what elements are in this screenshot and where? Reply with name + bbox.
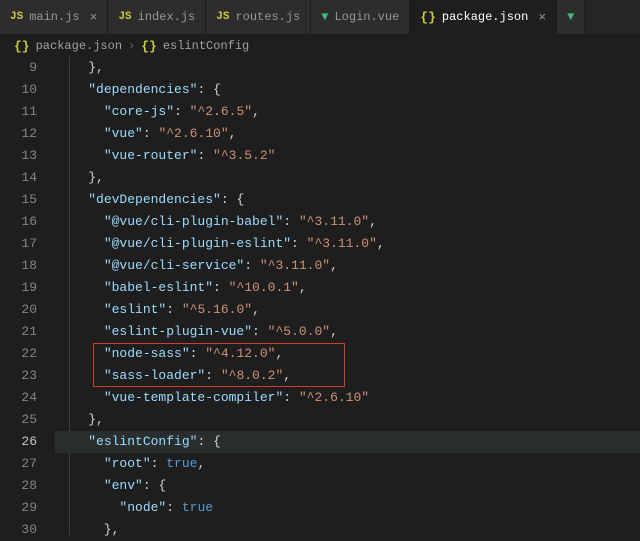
line-number: 22 [0,343,37,365]
line-number: 27 [0,453,37,475]
code-line[interactable]: "devDependencies": { [55,189,640,211]
line-number: 30 [0,519,37,541]
line-number: 21 [0,321,37,343]
line-number: 28 [0,475,37,497]
line-number: 11 [0,101,37,123]
code-line[interactable]: }, [55,409,640,431]
code-line[interactable]: "node": true [55,497,640,519]
tab-login-vue[interactable]: ▼ Login.vue [311,0,410,34]
code-line[interactable]: "babel-eslint": "^10.0.1", [55,277,640,299]
line-number: 14 [0,167,37,189]
tab-extra-vue[interactable]: ▼ [557,0,585,34]
code-line[interactable]: "eslint": "^5.16.0", [55,299,640,321]
chevron-right-icon: › [128,39,135,53]
line-number: 9 [0,57,37,79]
tab-label: package.json [442,10,528,24]
line-number: 20 [0,299,37,321]
tab-label: Login.vue [334,10,399,24]
vue-icon: ▼ [321,10,328,24]
line-number: 29 [0,497,37,519]
tab-main-js[interactable]: JS main.js × [0,0,108,34]
line-number: 24 [0,387,37,409]
js-icon: JS [10,11,23,23]
line-number: 19 [0,277,37,299]
code-line[interactable]: "eslintConfig": { [55,431,640,453]
breadcrumbs[interactable]: {} package.json › {} eslintConfig [0,35,640,57]
line-number: 15 [0,189,37,211]
code-line[interactable]: }, [55,167,640,189]
line-number-gutter: 9101112131415161718192021222324252627282… [0,57,55,535]
line-number: 26 [0,431,37,453]
json-icon: {} [420,10,436,25]
breadcrumb-file: package.json [36,39,122,53]
code-line[interactable]: "@vue/cli-service": "^3.11.0", [55,255,640,277]
code-area[interactable]: }, "dependencies": { "core-js": "^2.6.5"… [55,57,640,535]
code-line[interactable]: "@vue/cli-plugin-eslint": "^3.11.0", [55,233,640,255]
code-line[interactable]: "@vue/cli-plugin-babel": "^3.11.0", [55,211,640,233]
json-icon: {} [141,39,157,54]
tab-label: index.js [138,10,196,24]
code-line[interactable]: "node-sass": "^4.12.0", [55,343,640,365]
vue-icon: ▼ [567,10,574,24]
editor-tabs: JS main.js × JS index.js JS routes.js ▼ … [0,0,640,35]
code-line[interactable]: }, [55,57,640,79]
json-icon: {} [14,39,30,54]
js-icon: JS [216,11,229,23]
code-line[interactable]: "vue-template-compiler": "^2.6.10" [55,387,640,409]
js-icon: JS [118,11,131,23]
breadcrumb-symbol: eslintConfig [163,39,249,53]
code-editor[interactable]: 9101112131415161718192021222324252627282… [0,57,640,535]
close-icon[interactable]: × [90,10,98,25]
line-number: 23 [0,365,37,387]
tab-label: main.js [29,10,79,24]
code-line[interactable]: "core-js": "^2.6.5", [55,101,640,123]
line-number: 18 [0,255,37,277]
tab-index-js[interactable]: JS index.js [108,0,206,34]
code-line[interactable]: "sass-loader": "^8.0.2", [55,365,640,387]
code-line[interactable]: "env": { [55,475,640,497]
tab-package-json[interactable]: {} package.json × [410,0,557,34]
close-icon[interactable]: × [538,10,546,25]
line-number: 17 [0,233,37,255]
code-line[interactable]: "root": true, [55,453,640,475]
line-number: 16 [0,211,37,233]
tab-routes-js[interactable]: JS routes.js [206,0,311,34]
line-number: 13 [0,145,37,167]
code-line[interactable]: }, [55,519,640,541]
code-line[interactable]: "vue-router": "^3.5.2" [55,145,640,167]
line-number: 25 [0,409,37,431]
code-line[interactable]: "vue": "^2.6.10", [55,123,640,145]
line-number: 10 [0,79,37,101]
tab-label: routes.js [235,10,300,24]
code-line[interactable]: "eslint-plugin-vue": "^5.0.0", [55,321,640,343]
code-line[interactable]: "dependencies": { [55,79,640,101]
line-number: 12 [0,123,37,145]
